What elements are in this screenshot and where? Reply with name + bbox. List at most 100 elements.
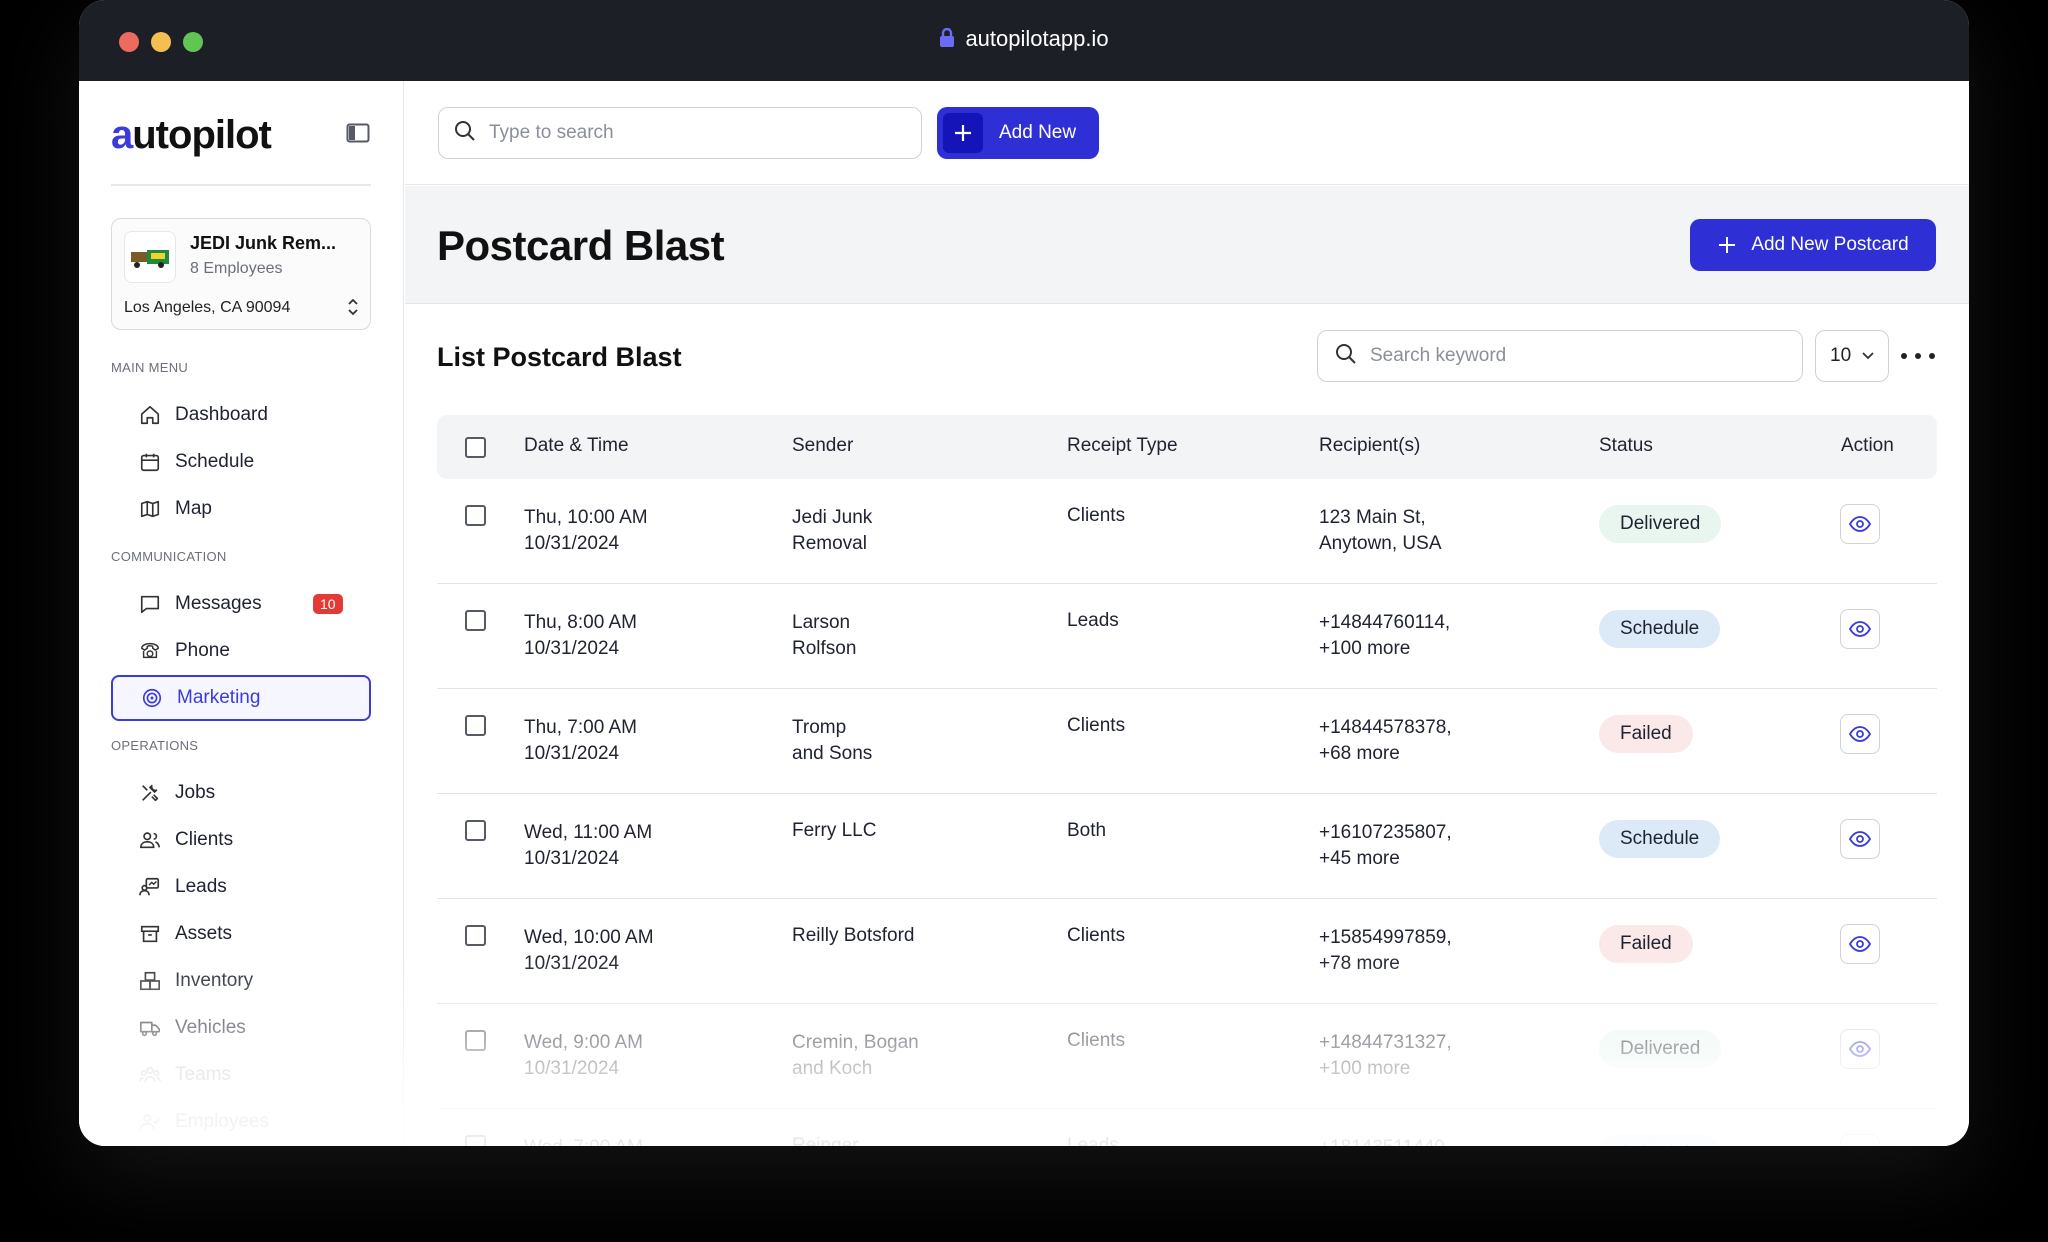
view-button[interactable] [1840, 1134, 1880, 1146]
add-new-postcard-button[interactable]: Add New Postcard [1690, 219, 1936, 271]
sender-line: and Sons [792, 743, 873, 764]
target-icon [139, 685, 165, 711]
table-row[interactable]: Thu, 7:00 AM 10/31/2024 Tromp and Sons Cli… [437, 689, 1937, 794]
row-date: 10/31/2024 [524, 848, 620, 869]
sidebar-item-schedule[interactable]: Schedule [111, 439, 371, 485]
row-checkbox[interactable] [465, 1135, 486, 1146]
row-checkbox[interactable] [465, 715, 486, 736]
sidebar-item-dashboard[interactable]: Dashboard [111, 392, 371, 438]
top-bar: Add New [405, 81, 1969, 185]
table-row[interactable]: Thu, 8:00 AM 10/31/2024 Larson Rolfson Lea… [437, 584, 1937, 689]
row-date: 10/31/2024 [524, 953, 620, 974]
sender-cell: Cremin, Bogan and Koch [792, 1030, 919, 1082]
sidebar-item-assets[interactable]: Assets [111, 911, 371, 957]
map-icon [137, 496, 163, 522]
plus-icon [943, 113, 983, 153]
sidebar-item-vehicles[interactable]: Vehicles [111, 1005, 371, 1051]
table-row[interactable]: Wed, 10:00 AM 10/31/2024 Reilly Botsford … [437, 899, 1937, 1004]
sidebar-item-inventory[interactable]: Inventory [111, 958, 371, 1004]
recipients-cell: +14844731327, +100 more [1319, 1030, 1452, 1082]
sidebar-item-phone[interactable]: Phone [111, 628, 371, 674]
sender-line: Ferry LLC [792, 820, 877, 841]
section-operations: OPERATIONS [111, 738, 199, 753]
column-header-receipt-type[interactable]: Receipt Type [1067, 435, 1178, 457]
row-checkbox[interactable] [465, 505, 486, 526]
more-options-icon[interactable] [1901, 343, 1935, 369]
browser-window: autopilotapp.io autopilot JEDI Junk Rem.… [79, 0, 1969, 1146]
receipt-type-cell: Clients [1067, 1030, 1126, 1051]
receipt-type-cell: Leads [1067, 610, 1119, 631]
recipients-cell: 123 Main St, Anytown, USA [1319, 505, 1442, 557]
sender-line: Reilly Botsford [792, 925, 915, 946]
table-row[interactable]: Wed, 9:00 AM 10/31/2024 Cremin, Bogan and … [437, 1004, 1937, 1109]
sidebar-item-label: Leads [175, 876, 227, 897]
sidebar-item-jobs[interactable]: Jobs [111, 770, 371, 816]
recipient-line: 123 Main St, [1319, 507, 1426, 528]
row-checkbox[interactable] [465, 610, 486, 631]
datetime-cell: Wed, 7:00 AM [524, 1135, 643, 1146]
view-button[interactable] [1840, 504, 1880, 544]
row-date: 10/31/2024 [524, 743, 620, 764]
receipt-type-cell: Both [1067, 820, 1107, 841]
row-checkbox[interactable] [465, 1030, 486, 1051]
row-checkbox[interactable] [465, 820, 486, 841]
sidebar-item-map[interactable]: Map [111, 486, 371, 532]
sidebar-item-marketing[interactable]: Marketing [111, 675, 371, 721]
sidebar-item-teams[interactable]: Teams [111, 1052, 371, 1098]
keyword-search[interactable] [1317, 330, 1803, 382]
boxes-icon [137, 968, 163, 994]
sidebar-item-clients[interactable]: Clients [111, 817, 371, 863]
global-search[interactable] [438, 107, 922, 159]
calendar-icon [137, 449, 163, 475]
receipt-type-cell: Clients [1067, 925, 1126, 946]
main-content: Add New Postcard Blast Add New Postcard … [405, 81, 1969, 1146]
sidebar-item-label: Clients [175, 829, 234, 850]
sidebar-collapse-icon[interactable] [346, 123, 370, 148]
sidebar-item-messages[interactable]: Messages 10 [111, 581, 371, 627]
view-button[interactable] [1840, 714, 1880, 754]
view-button[interactable] [1840, 609, 1880, 649]
global-search-input[interactable] [489, 122, 889, 144]
sender-cell: Ferry LLC [792, 818, 876, 844]
column-header-status[interactable]: Status [1599, 435, 1653, 457]
table-row[interactable]: Thu, 10:00 AM 10/31/2024 Jedi Junk Removal… [437, 479, 1937, 584]
list-title: List Postcard Blast [437, 342, 682, 372]
add-new-button[interactable]: Add New [937, 107, 1099, 159]
recipients-cell: +14844760114, +100 more [1319, 610, 1450, 662]
select-all-checkbox[interactable] [465, 437, 486, 458]
table-row[interactable]: Wed, 11:00 AM 10/31/2024 Ferry LLC Both +… [437, 794, 1937, 899]
view-button[interactable] [1840, 1029, 1880, 1069]
row-day: Wed, 10:00 AM [524, 927, 654, 948]
sidebar-item-label: Employees [175, 1111, 269, 1132]
column-header-sender[interactable]: Sender [792, 435, 853, 457]
sidebar-item-leads[interactable]: Leads [111, 864, 371, 910]
column-header-recipients[interactable]: Recipient(s) [1319, 435, 1420, 457]
sidebar-item-label: Dashboard [175, 404, 268, 425]
view-button[interactable] [1840, 924, 1880, 964]
sender-cell: Reinger [792, 1133, 859, 1146]
recipient-line: Anytown, USA [1319, 533, 1442, 554]
page-size-select[interactable]: 10 [1815, 330, 1889, 382]
sender-line: Larson [792, 612, 851, 633]
section-communication: COMMUNICATION [111, 549, 227, 564]
sidebar-item-label: Vehicles [175, 1017, 246, 1038]
sender-line: Cremin, Bogan [792, 1032, 919, 1053]
search-icon [1334, 342, 1358, 371]
view-button[interactable] [1840, 819, 1880, 859]
table-row[interactable]: Wed, 7:00 AM Reinger Leads +18143511440 … [437, 1109, 1937, 1146]
company-switcher[interactable]: JEDI Junk Rem... 8 Employees Los Angeles… [111, 218, 371, 330]
column-header-datetime[interactable]: Date & Time [524, 435, 629, 457]
row-date: 10/31/2024 [524, 1058, 620, 1079]
keyword-search-input[interactable] [1370, 345, 1770, 367]
datetime-cell: Thu, 8:00 AM 10/31/2024 [524, 610, 637, 662]
sidebar-item-employees[interactable]: Employees [111, 1099, 371, 1145]
recipient-line: +45 more [1319, 848, 1400, 869]
add-new-label: Add New [999, 122, 1077, 143]
row-checkbox[interactable] [465, 925, 486, 946]
datetime-cell: Wed, 10:00 AM 10/31/2024 [524, 925, 654, 977]
row-day: Thu, 7:00 AM [524, 717, 638, 738]
recipient-line: +14844578378, [1319, 717, 1452, 738]
datetime-cell: Wed, 9:00 AM 10/31/2024 [524, 1030, 643, 1082]
archive-icon [137, 921, 163, 947]
address-bar[interactable]: autopilotapp.io [79, 26, 1969, 54]
